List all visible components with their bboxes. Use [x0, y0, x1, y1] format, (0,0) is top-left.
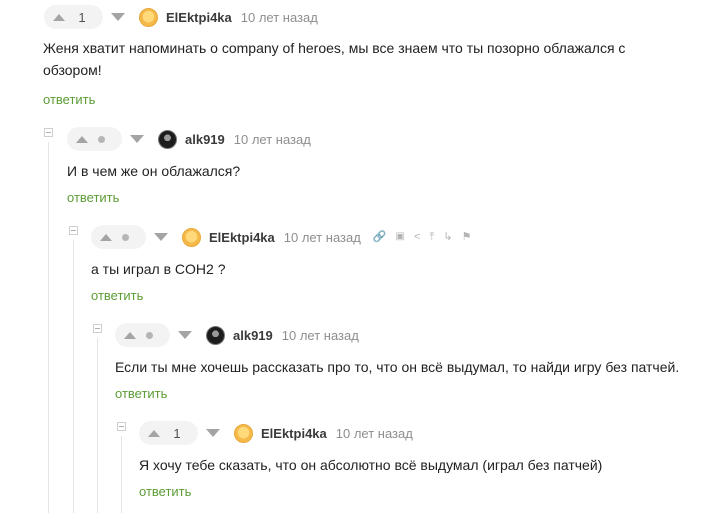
- author-name[interactable]: ElEktpi4ka: [261, 426, 327, 441]
- author-name[interactable]: ElEktpi4ka: [209, 230, 275, 245]
- comment-header: alk919 10 лет назад: [67, 125, 311, 153]
- comment-text: а ты играл в COH2 ?: [91, 261, 226, 277]
- author-name[interactable]: alk919: [233, 328, 273, 343]
- collapse-thread-button[interactable]: [69, 226, 78, 235]
- comment-header: ElEktpi4ka 10 лет назад 🔗 ▣ < ⤒ ↳ ⚑: [91, 223, 480, 251]
- upvote-icon[interactable]: [100, 233, 112, 241]
- orange-avatar[interactable]: [234, 423, 253, 443]
- orange-avatar[interactable]: [139, 7, 158, 27]
- rating-dot-icon: [98, 135, 105, 143]
- upvote-icon[interactable]: [148, 429, 160, 437]
- comment-time[interactable]: 10 лет назад: [282, 328, 359, 343]
- comment-text: Если ты мне хочешь рассказать про то, чт…: [115, 359, 680, 375]
- author-name[interactable]: alk919: [185, 132, 225, 147]
- dark-avatar[interactable]: [206, 325, 225, 345]
- comment-text: Я хочу тебе сказать, что он абсолютно вс…: [139, 457, 603, 473]
- comment-text: И в чем же он облажался?: [67, 163, 241, 179]
- thread-line: [97, 338, 98, 513]
- comment-time[interactable]: 10 лет назад: [336, 426, 413, 441]
- reply-link[interactable]: ответить: [43, 92, 95, 107]
- thread-line: [73, 240, 74, 513]
- rating-dot-icon: [146, 331, 153, 339]
- comment-text: Женя хватит напоминать о company of hero…: [43, 40, 626, 78]
- reply-link[interactable]: ответить: [115, 386, 167, 401]
- comment-time[interactable]: 10 лет назад: [284, 230, 361, 245]
- orange-avatar[interactable]: [182, 227, 201, 247]
- comment-time[interactable]: 10 лет назад: [241, 10, 318, 25]
- thread-line: [48, 142, 49, 513]
- rating-control: [91, 225, 146, 249]
- collapse-thread-button[interactable]: [117, 422, 126, 431]
- rating-control: [67, 127, 122, 151]
- comment-header: 1 ElEktpi4ka 10 лет назад: [44, 3, 318, 31]
- rating-control: 1: [139, 421, 198, 445]
- rating-control: 1: [44, 5, 103, 29]
- rating-dot-icon: [122, 233, 129, 241]
- downvote-icon[interactable]: [154, 233, 168, 241]
- upvote-icon[interactable]: [53, 13, 65, 21]
- link-icon[interactable]: 🔗: [373, 231, 387, 243]
- comment-header: alk919 10 лет назад: [115, 321, 359, 349]
- upvote-icon[interactable]: [124, 331, 136, 339]
- comment-header: 1 ElEktpi4ka 10 лет назад: [139, 419, 413, 447]
- collapse-thread-button[interactable]: [44, 128, 53, 137]
- downvote-icon[interactable]: [111, 13, 125, 21]
- dark-avatar[interactable]: [158, 129, 177, 149]
- downvote-icon[interactable]: [130, 135, 144, 143]
- downvote-icon[interactable]: [178, 331, 192, 339]
- rating-control: [115, 323, 170, 347]
- pin-up-icon[interactable]: ⤒: [429, 231, 434, 243]
- reply-link[interactable]: ответить: [139, 484, 191, 499]
- thread-line: [121, 436, 122, 513]
- share-icon[interactable]: <: [414, 231, 420, 243]
- upvote-icon[interactable]: [76, 135, 88, 143]
- save-icon[interactable]: ▣: [396, 232, 405, 242]
- reply-link[interactable]: ответить: [67, 190, 119, 205]
- downvote-icon[interactable]: [206, 429, 220, 437]
- collapse-thread-button[interactable]: [93, 324, 102, 333]
- hide-icon[interactable]: ↳: [443, 231, 452, 243]
- comment-actions: 🔗 ▣ < ⤒ ↳ ⚑: [373, 231, 481, 243]
- comment-time[interactable]: 10 лет назад: [234, 132, 311, 147]
- rating-value: 1: [78, 9, 86, 25]
- reply-link[interactable]: ответить: [91, 288, 143, 303]
- rating-value: 1: [173, 425, 181, 441]
- author-name[interactable]: ElEktpi4ka: [166, 10, 232, 25]
- report-flag-icon[interactable]: ⚑: [462, 231, 472, 243]
